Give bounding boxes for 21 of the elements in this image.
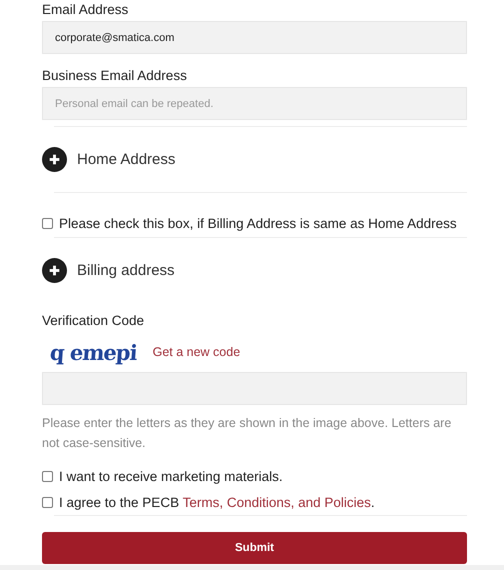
email-field[interactable]: Personal email can be repeated. xyxy=(42,87,467,120)
checkbox[interactable] xyxy=(42,496,53,508)
help-text: Please enter the letters as they are shown in the image above. Letters are not case-sensitive. xyxy=(42,415,452,452)
field-label: Verification Code xyxy=(42,313,146,329)
section-title[interactable]: Home Address xyxy=(77,151,176,168)
verification-field[interactable] xyxy=(42,372,467,405)
submit-button[interactable]: Submit xyxy=(42,532,467,564)
section-title[interactable]: Billing address xyxy=(77,262,175,279)
checkbox-label[interactable]: I agree to the PECB Terms, Conditions, and Policies. xyxy=(59,494,375,510)
plus-icon[interactable] xyxy=(42,258,67,283)
field-label: Email Address xyxy=(42,2,130,18)
captcha-image: q emepi xyxy=(49,340,138,364)
new-code-link[interactable]: Get a new code xyxy=(152,345,240,359)
checkbox-label[interactable]: I want to receive marketing materials. xyxy=(59,468,283,484)
checkbox[interactable] xyxy=(42,218,53,228)
plus-icon[interactable] xyxy=(42,147,67,172)
terms-link[interactable]: Terms, Conditions, and Policies xyxy=(182,494,371,510)
checkbox[interactable] xyxy=(42,470,53,482)
field-label: Business Email Address xyxy=(42,68,188,84)
checkbox-label[interactable]: Please check this box, if Billing Address is same as Home Address xyxy=(59,216,457,230)
email-field[interactable]: corporate@smatica.com xyxy=(42,21,467,54)
